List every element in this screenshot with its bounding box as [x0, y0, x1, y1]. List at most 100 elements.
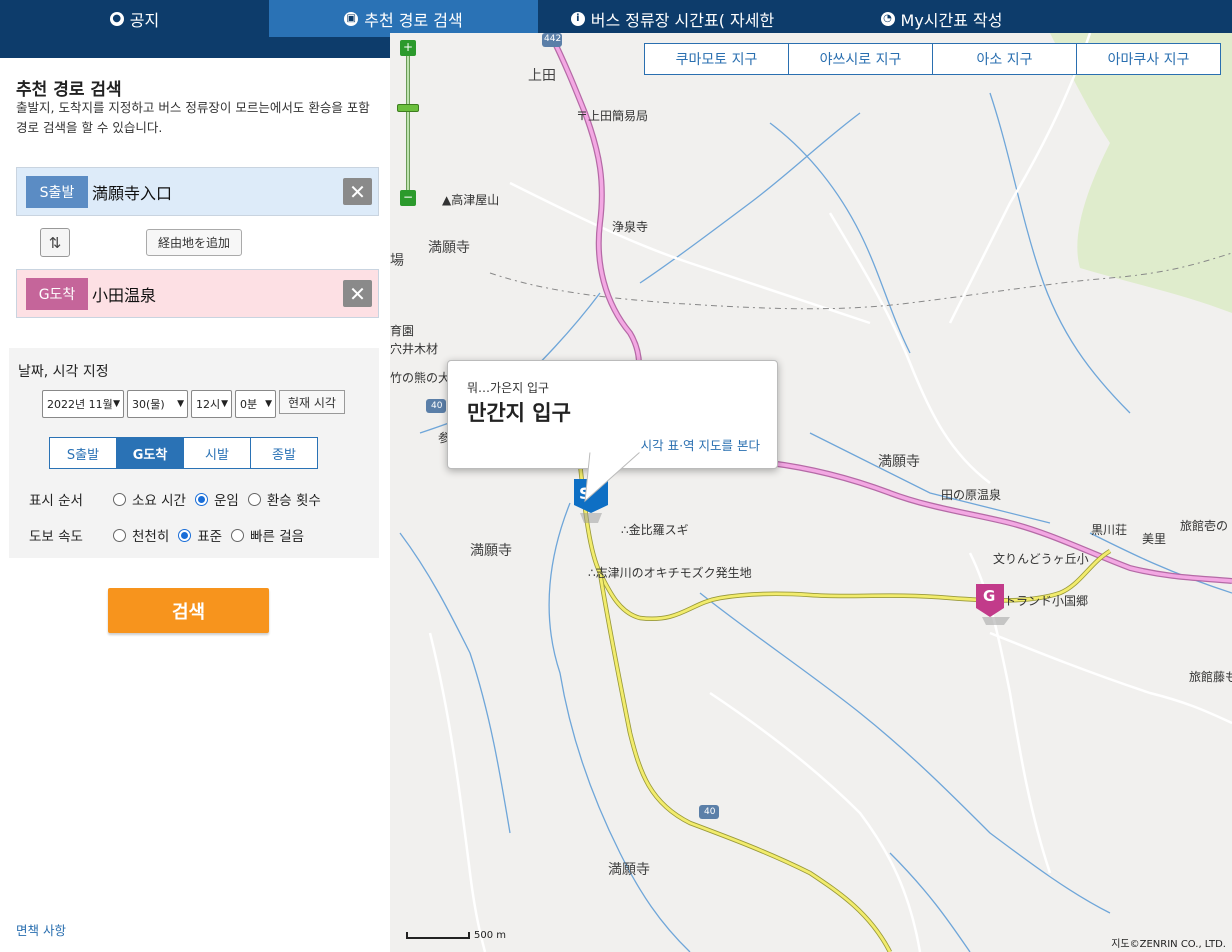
map-label: 満願寺 [428, 240, 470, 256]
walk-option-slow[interactable]: 천천히 [113, 525, 169, 545]
zoom-track[interactable] [406, 50, 410, 200]
popup-reading: 뭐…가은지 입구 [467, 381, 550, 395]
map-label: 〒上田簡易局 [576, 109, 649, 123]
district-kumamoto-button[interactable]: 쿠마모토 지구 [644, 43, 789, 75]
district-buttons: 쿠마모토 지구 야쓰시로 지구 아소 지구 아마쿠사 지구 [644, 43, 1221, 75]
map-copyright: 지도©ZENRIN CO., LTD. [1111, 939, 1226, 950]
sort-option-time[interactable]: 소요 시간 [113, 489, 186, 509]
clear-goal-button[interactable]: ✕ [343, 280, 372, 307]
map-label: ▲高津屋山 [442, 193, 500, 207]
goal-place-field[interactable]: G도착 小田温泉 ✕ [16, 269, 379, 318]
sort-option-fare[interactable]: 운임 [194, 489, 239, 509]
hour-value: 12시 [196, 398, 221, 411]
disclaimer-link[interactable]: 면책 사항 [16, 920, 66, 939]
info-icon: i [570, 11, 585, 26]
top-nav: ● 공지 ▣ 추천 경로 검색 i 버스 정류장 시간표( 자세한 ◔ My시간… [0, 0, 1232, 37]
tab-label: 추천 경로 검색 [364, 10, 463, 30]
map-label: 上田 [528, 68, 556, 84]
map[interactable]: 442 40 40 上田 〒上田簡易局 ▲高津屋山 浄泉寺 満願寺 場 育園 穴… [390, 33, 1232, 952]
month-select[interactable]: 2022년 11월 ▼ [42, 390, 124, 418]
mode-arrive[interactable]: G도착 [116, 437, 184, 469]
datetime-title: 날짜, 시각 지정 [18, 364, 109, 380]
mode-depart[interactable]: S출발 [49, 437, 117, 469]
tab-notice[interactable]: ● 공지 [0, 0, 269, 37]
map-base [399, 33, 1232, 952]
add-waypoint-button[interactable]: 経由地を追加 [146, 229, 242, 256]
walk-speed-row: 도보 속도 천천히 표준 빠른 걸음 [29, 525, 313, 545]
popup-pointer [584, 451, 642, 503]
walk-option-normal[interactable]: 표준 [178, 525, 222, 545]
map-label: 黒川荘 [1091, 523, 1128, 537]
district-aso-button[interactable]: 아소 지구 [932, 43, 1077, 75]
time-mode-segment: S출발 G도착 시발 종발 [49, 437, 318, 469]
page-description: 출발지, 도착지를 지정하고 버스 정류장이 모르는에서도 환승을 포함 경로 … [16, 100, 370, 135]
map-label: 穴井木材 [390, 342, 439, 356]
sort-order-row: 표시 순서 소요 시간 운임 환승 횟수 [29, 489, 330, 509]
map-label: 育園 [390, 324, 415, 338]
minute-value: 0분 [240, 398, 258, 411]
start-badge: S출발 [26, 175, 88, 208]
map-label: 田の原温泉 [941, 488, 1002, 502]
bus-icon: ▣ [344, 11, 359, 26]
sort-label: 표시 순서 [29, 493, 83, 509]
zoom-control: + − [397, 40, 419, 207]
goal-place-name[interactable]: 小田温泉 [92, 282, 343, 306]
map-label: 旅館壱の [1180, 519, 1229, 533]
goal-marker[interactable]: G [983, 587, 995, 605]
district-amakusa-button[interactable]: 아마쿠사 지구 [1076, 43, 1221, 75]
map-label: トランド小国郷 [1004, 594, 1089, 608]
map-label: ∴志津川のオキチモズク発生地 [588, 566, 752, 580]
chevron-down-icon: ▼ [177, 399, 184, 409]
tab-my-timetable[interactable]: ◔ My시간표 작성 [807, 0, 1076, 37]
page-title: 추천 경로 검색 [16, 80, 122, 100]
zoom-out-button[interactable]: − [400, 190, 416, 206]
map-label: 文りんどうヶ丘小 [993, 552, 1089, 566]
swap-icon: ⇅ [48, 233, 62, 252]
route-search-panel: 추천 경로 검색 출발지, 도착지를 지정하고 버스 정류장이 모르는에서도 환… [0, 58, 390, 952]
swap-button[interactable]: ⇅ [40, 228, 70, 257]
tab-bus-timetable[interactable]: i 버스 정류장 시간표( 자세한 [538, 0, 807, 37]
sort-option-transfers[interactable]: 환승 횟수 [247, 489, 321, 509]
minute-select[interactable]: 0분 ▼ [235, 390, 276, 418]
road-number-442: 442 [544, 34, 562, 44]
start-place-field[interactable]: S출발 満願寺入口 ✕ [16, 167, 379, 216]
tab-route-search[interactable]: ▣ 추천 경로 검색 [269, 0, 538, 37]
zoom-in-button[interactable]: + [400, 40, 416, 56]
clear-start-button[interactable]: ✕ [343, 178, 372, 205]
current-time-button[interactable]: 현재 시각 [279, 390, 345, 414]
mode-first[interactable]: 시발 [183, 437, 251, 469]
map-label: 浄泉寺 [612, 220, 649, 234]
chevron-down-icon: ▼ [265, 399, 272, 409]
day-select[interactable]: 30(물) ▼ [127, 390, 188, 418]
scale-bar [406, 932, 470, 939]
map-label: 竹の熊の大 [390, 371, 451, 385]
month-value: 2022년 11월 [47, 398, 113, 411]
day-value: 30(물) [132, 398, 165, 411]
walk-option-fast[interactable]: 빠른 걸음 [231, 525, 304, 545]
map-label: 満願寺 [470, 543, 512, 559]
map-label: 満願寺 [608, 862, 650, 878]
hour-select[interactable]: 12시 ▼ [191, 390, 232, 418]
clock-icon: ◔ [880, 11, 895, 26]
chevron-down-icon: ▼ [113, 399, 120, 409]
mode-last[interactable]: 종발 [250, 437, 318, 469]
map-label: ∴金比羅スギ [621, 523, 689, 537]
nav-underbar [0, 37, 390, 58]
popup-title: 만간지 입구 [467, 401, 571, 425]
road-number-40: 40 [704, 807, 716, 817]
scale-label: 500 m [474, 930, 507, 941]
search-button[interactable]: 검색 [108, 588, 269, 633]
search-settings: 날짜, 시각 지정 2022년 11월 ▼ 30(물) ▼ 12시 ▼ 0분 ▼ 현재 … [9, 348, 379, 558]
goal-badge: G도착 [26, 277, 88, 310]
map-label: 旅館藤も [1189, 670, 1232, 684]
bell-icon: ● [109, 11, 124, 26]
tab-label: 공지 [129, 10, 160, 30]
chevron-down-icon: ▼ [221, 399, 228, 409]
road-number-40: 40 [431, 401, 443, 411]
map-scale: 500 m [406, 930, 506, 941]
district-yatsushiro-button[interactable]: 야쓰시로 지구 [788, 43, 933, 75]
zoom-handle[interactable] [397, 104, 419, 112]
popup-timetable-link[interactable]: 시각 표·역 지도를 본다 [641, 435, 760, 454]
tab-label: My시간표 작성 [900, 10, 1003, 30]
start-place-name[interactable]: 満願寺入口 [92, 180, 343, 204]
